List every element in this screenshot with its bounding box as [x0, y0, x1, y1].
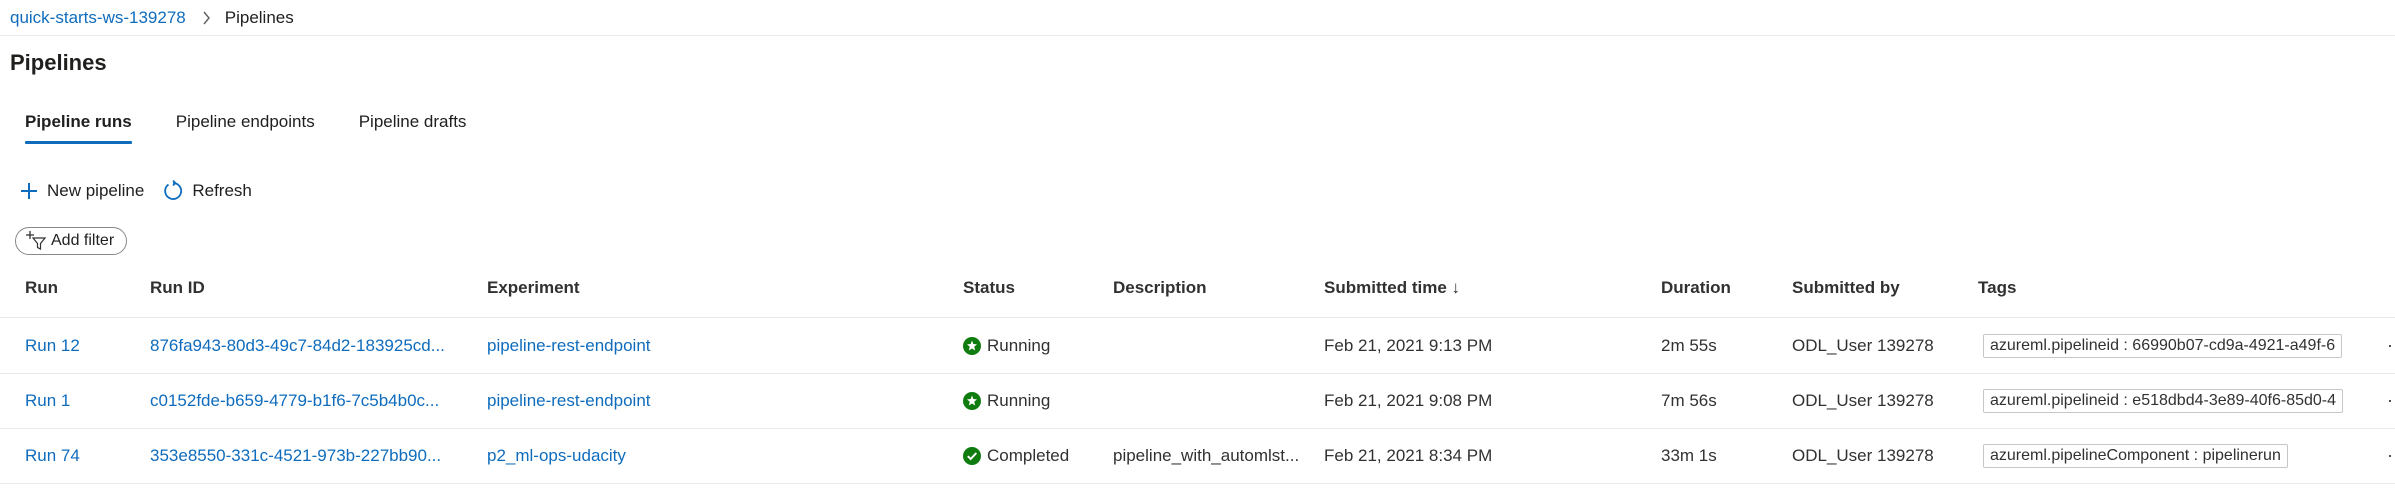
submitted-by-cell: ODL_User 139278 — [1792, 390, 1934, 410]
table-row[interactable]: Run 1 c0152fde-b659-4779-b1f6-7c5b4b0c..… — [0, 373, 2395, 429]
add-filter-button[interactable]: Add filter — [15, 227, 128, 255]
running-status-icon — [963, 391, 981, 410]
table-row[interactable]: Run 12 876fa943-80d3-49c7-84d2-183925cd.… — [0, 318, 2395, 374]
submitted-time-cell: Feb 21, 2021 9:13 PM — [1324, 335, 1493, 355]
plus-icon — [21, 183, 37, 199]
run-link[interactable]: Run 1 — [25, 373, 70, 428]
run-id-text: 876fa943-80d3-49c7-84d2-183925cd... — [150, 336, 445, 355]
status-text: Completed — [987, 445, 1070, 465]
submitted-by-cell: ODL_User 139278 — [1792, 335, 1934, 355]
tags-cell: azureml.pipelineid : e518dbd4-3e89-40f6-… — [1983, 373, 2383, 428]
status-cell: Running — [963, 318, 1050, 373]
row-more-icon[interactable]: · — [2387, 373, 2395, 428]
tab-pipeline-runs[interactable]: Pipeline runs — [25, 112, 132, 144]
header-divider — [0, 35, 2395, 36]
column-header-run-id[interactable]: Run ID — [150, 278, 205, 298]
column-header-tags[interactable]: Tags — [1978, 278, 2016, 298]
submitted-time-cell: Feb 21, 2021 8:34 PM — [1324, 445, 1493, 465]
refresh-icon — [164, 180, 183, 200]
breadcrumb-workspace-link[interactable]: quick-starts-ws-139278 — [10, 8, 186, 28]
add-filter-label: Add filter — [51, 232, 115, 249]
tab-list: Pipeline runs Pipeline endpoints Pipelin… — [25, 112, 510, 144]
run-link[interactable]: Run 74 — [25, 428, 80, 483]
column-header-description[interactable]: Description — [1113, 278, 1207, 298]
experiment-link[interactable]: p2_ml-ops-udacity — [487, 428, 626, 483]
new-pipeline-label: New pipeline — [47, 181, 145, 200]
run-id-link[interactable]: 876fa943-80d3-49c7-84d2-183925cd... — [150, 318, 462, 373]
toolbar: New pipeline Refresh — [19, 180, 270, 202]
running-status-icon — [963, 336, 981, 355]
page-title: Pipelines — [10, 50, 107, 75]
run-id-text: c0152fde-b659-4779-b1f6-7c5b4b0c... — [150, 391, 440, 410]
column-header-run[interactable]: Run — [25, 278, 58, 298]
refresh-label: Refresh — [192, 181, 252, 200]
status-cell: Running — [963, 373, 1050, 428]
run-link[interactable]: Run 12 — [25, 318, 80, 373]
tags-cell: azureml.pipelineComponent : pipelinerun — [1983, 428, 2383, 483]
status-text: Running — [987, 390, 1051, 410]
new-pipeline-button[interactable]: New pipeline — [19, 181, 144, 201]
tag-chip: azureml.pipelineComponent : pipelinerun — [1983, 443, 2288, 468]
run-id-link[interactable]: 353e8550-331c-4521-973b-227bb90... — [150, 428, 462, 483]
column-header-duration[interactable]: Duration — [1661, 278, 1731, 298]
completed-check-icon — [963, 446, 981, 465]
description-text: pipeline_with_automlst... — [1113, 446, 1300, 465]
duration-cell: 7m 56s — [1661, 390, 1717, 410]
breadcrumb: quick-starts-ws-139278 Pipelines — [10, 5, 294, 31]
tab-pipeline-endpoints[interactable]: Pipeline endpoints — [176, 112, 315, 144]
row-more-icon[interactable]: · — [2387, 318, 2395, 373]
tag-chip: azureml.pipelineid : e518dbd4-3e89-40f6-… — [1983, 388, 2344, 413]
tag-chip: azureml.pipelineid : 66990b07-cd9a-4921-… — [1983, 333, 2343, 358]
description-cell: pipeline_with_automlst... — [1113, 428, 1308, 483]
row-more-icon[interactable]: · — [2387, 428, 2395, 483]
tags-cell: azureml.pipelineid : 66990b07-cd9a-4921-… — [1983, 318, 2383, 373]
tab-pipeline-drafts[interactable]: Pipeline drafts — [359, 112, 467, 144]
experiment-link[interactable]: pipeline-rest-endpoint — [487, 373, 651, 428]
run-id-text: 353e8550-331c-4521-973b-227bb90... — [150, 446, 442, 465]
column-header-experiment[interactable]: Experiment — [487, 278, 580, 298]
submitted-by-cell: ODL_User 139278 — [1792, 445, 1934, 465]
status-cell: Completed — [963, 428, 1069, 483]
column-header-status[interactable]: Status — [963, 278, 1015, 298]
chevron-right-icon — [202, 11, 211, 25]
refresh-button[interactable]: Refresh — [162, 180, 252, 202]
duration-cell: 33m 1s — [1661, 445, 1717, 465]
breadcrumb-current: Pipelines — [224, 8, 294, 27]
column-header-submitted-by[interactable]: Submitted by — [1792, 278, 1900, 298]
duration-cell: 2m 55s — [1661, 335, 1717, 355]
table-row[interactable]: Run 74 353e8550-331c-4521-973b-227bb90..… — [0, 428, 2395, 484]
filter-add-icon — [26, 231, 47, 250]
experiment-link[interactable]: pipeline-rest-endpoint — [487, 318, 651, 373]
submitted-time-cell: Feb 21, 2021 9:08 PM — [1324, 390, 1493, 410]
status-text: Running — [987, 335, 1051, 355]
column-header-submitted-time[interactable]: Submitted time ↓ — [1324, 278, 1460, 298]
run-id-link[interactable]: c0152fde-b659-4779-b1f6-7c5b4b0c... — [150, 373, 462, 428]
